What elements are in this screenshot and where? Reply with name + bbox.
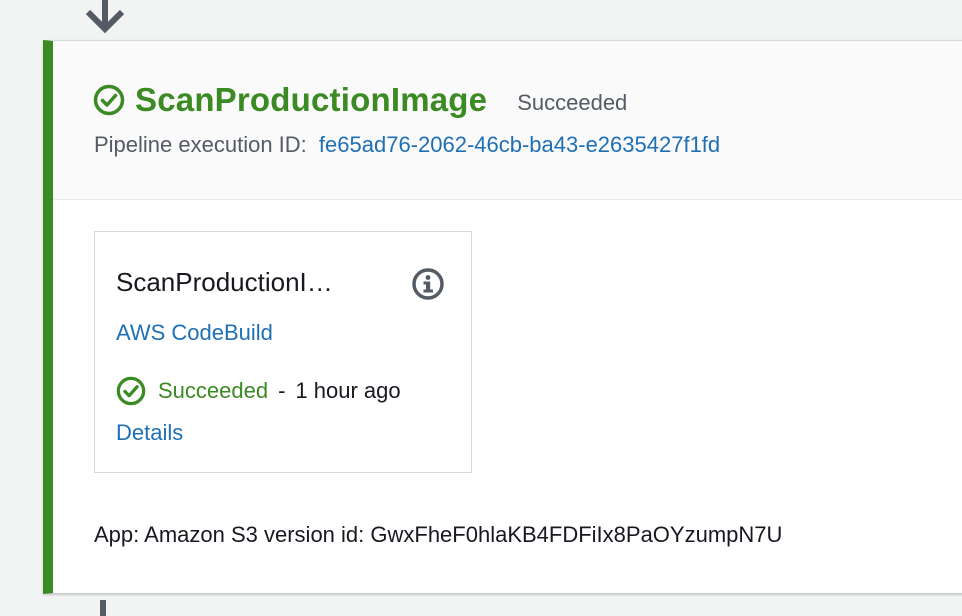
check-circle-icon — [93, 84, 125, 116]
check-circle-icon — [116, 376, 146, 406]
details-link[interactable]: Details — [116, 420, 183, 446]
action-name: ScanProductionI… — [116, 267, 333, 297]
info-icon[interactable] — [411, 267, 445, 301]
action-card: ScanProductionI… AWS CodeBuild Succeeded… — [94, 231, 472, 473]
status-separator: - — [278, 378, 286, 403]
execution-id-row: Pipeline execution ID: fe65ad76-2062-46c… — [94, 132, 720, 158]
stage-name: ScanProductionImage — [135, 81, 488, 118]
stage-status: Succeeded — [517, 90, 628, 115]
stage-title-row: ScanProductionImage Succeeded — [93, 81, 627, 119]
execution-id-link[interactable]: fe65ad76-2062-46cb-ba43-e2635427f1fd — [319, 132, 720, 157]
action-status-row: Succeeded - 1 hour ago — [116, 376, 401, 406]
stage-panel: ScanProductionImage Succeeded Pipeline e… — [43, 40, 962, 594]
action-status: Succeeded — [158, 378, 269, 403]
arrow-down-icon — [85, 0, 125, 34]
pipeline-view: ScanProductionImage Succeeded Pipeline e… — [0, 0, 962, 616]
stage-header: ScanProductionImage Succeeded Pipeline e… — [53, 41, 962, 200]
action-time: 1 hour ago — [295, 378, 401, 403]
provider-link[interactable]: AWS CodeBuild — [116, 320, 273, 346]
source-revision: App: Amazon S3 version id: GwxFheF0hlaKB… — [94, 522, 783, 547]
execution-id-label: Pipeline execution ID: — [94, 132, 307, 157]
connector-line — [100, 600, 106, 616]
